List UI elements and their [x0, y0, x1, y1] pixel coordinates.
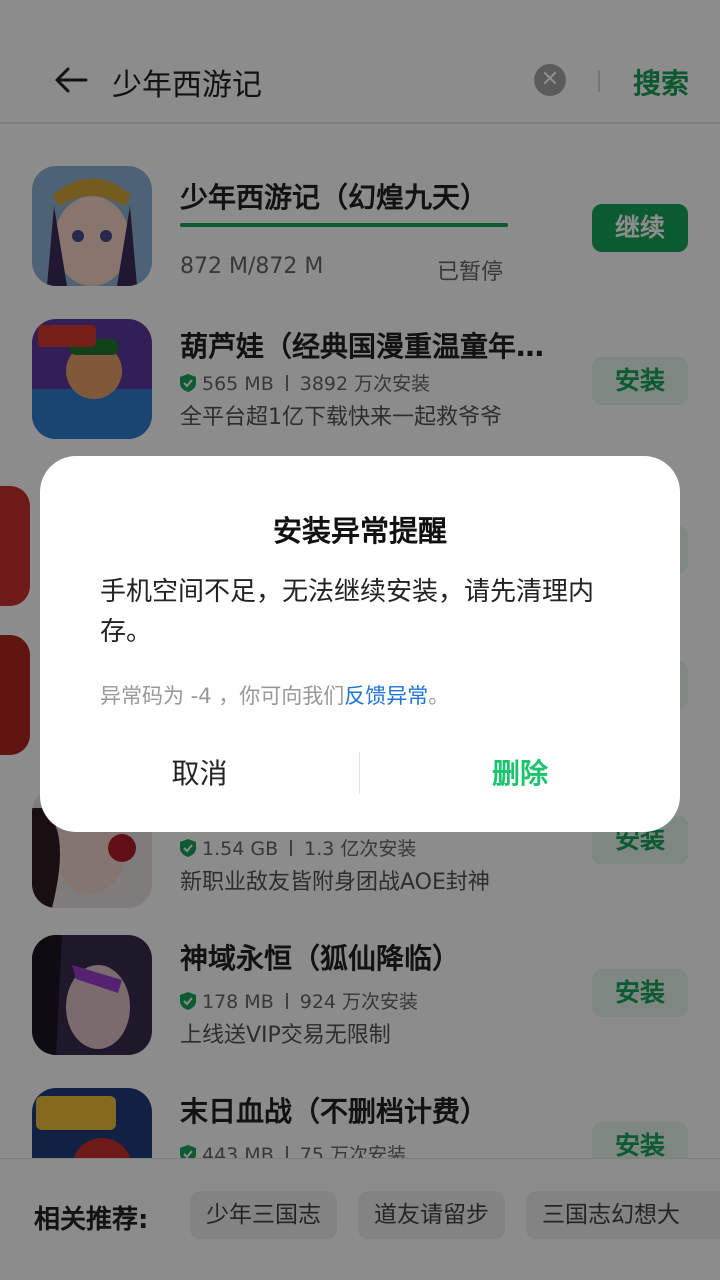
error-code-text: 异常码为 -4 ，你可向我们反馈异常。	[100, 684, 450, 708]
dialog-message: 手机空间不足，无法继续安装，请先清理内存。	[100, 577, 595, 647]
delete-button[interactable]: 删除	[360, 752, 680, 796]
install-error-dialog: 安装异常提醒 手机空间不足，无法继续安装，请先清理内存。 异常码为 -4 ，你可…	[40, 456, 680, 832]
dialog-title: 安装异常提醒	[272, 514, 447, 548]
feedback-link[interactable]: 反馈异常	[344, 684, 428, 708]
cancel-button[interactable]: 取消	[40, 752, 359, 796]
